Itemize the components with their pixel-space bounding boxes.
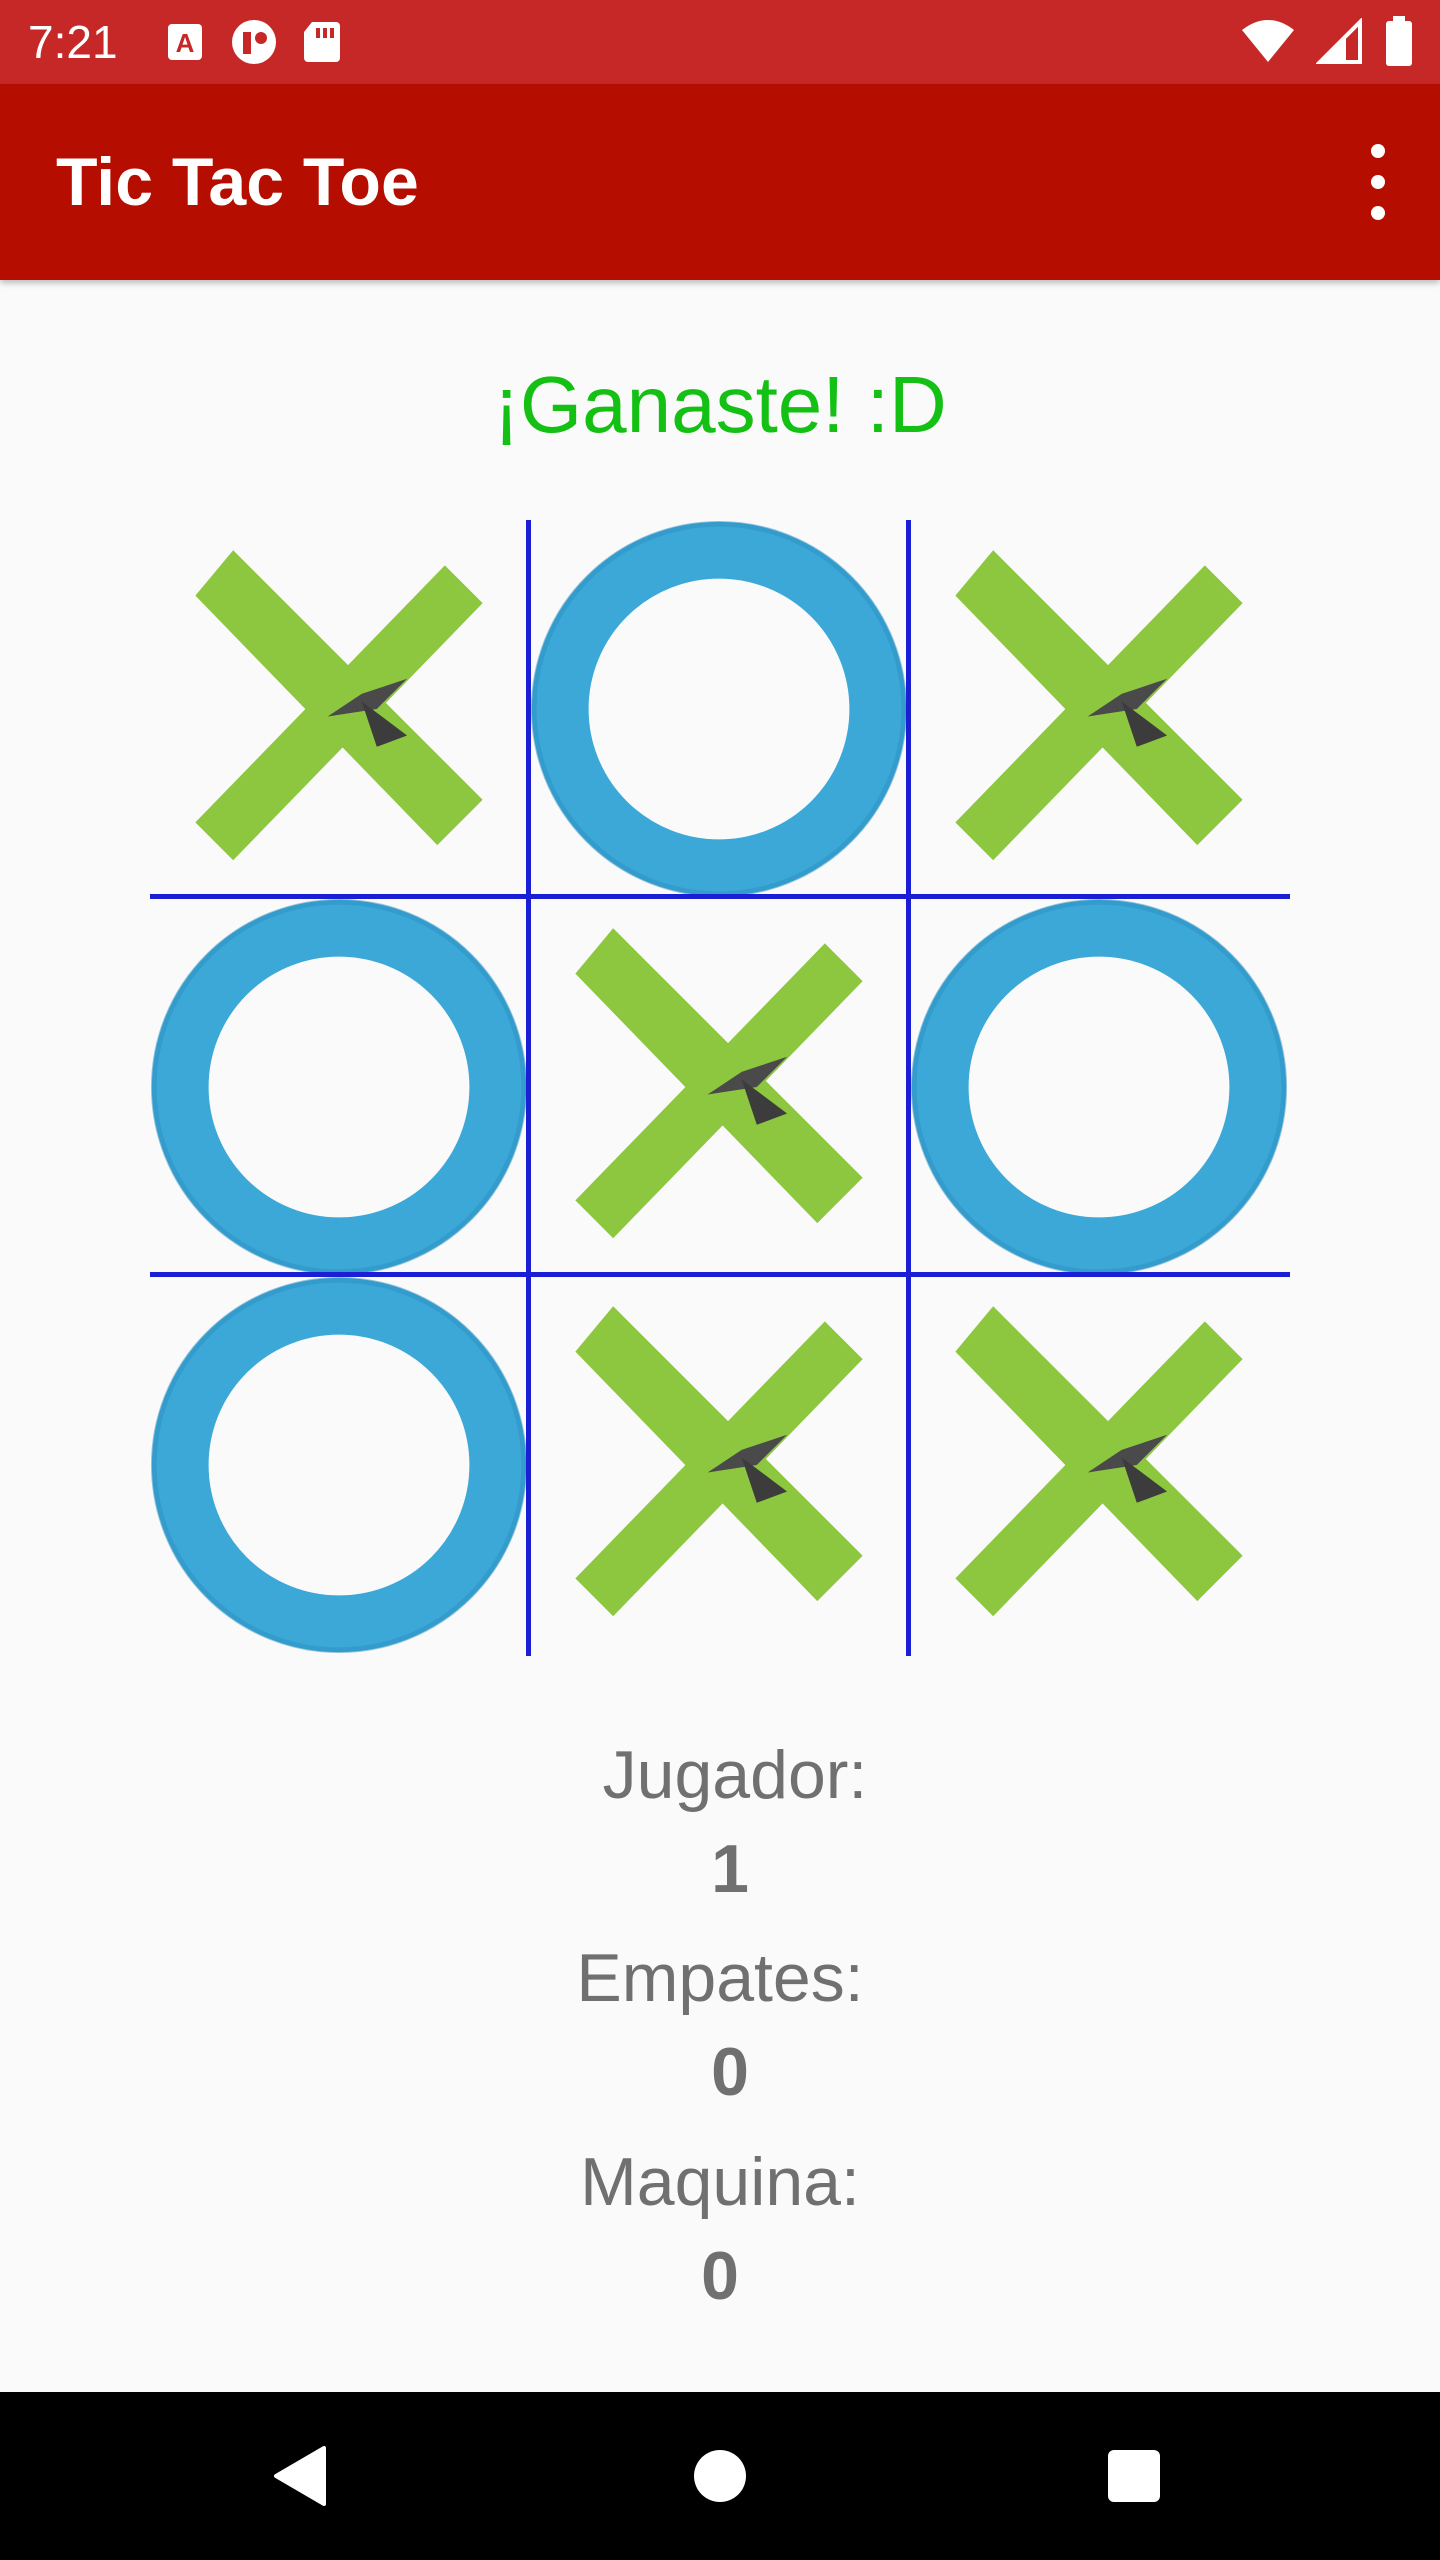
recents-square-icon[interactable] <box>1034 2392 1234 2560</box>
home-circle-icon[interactable] <box>620 2392 820 2560</box>
back-triangle-icon[interactable] <box>200 2392 400 2560</box>
board-cell-r3c1[interactable] <box>150 1276 528 1654</box>
score-machine-value: 0 <box>701 2238 739 2314</box>
grid-line-horizontal-2 <box>150 1272 1290 1277</box>
x-mark-icon <box>910 1276 1288 1654</box>
board-cell-r1c1[interactable] <box>150 520 528 898</box>
o-mark-icon <box>910 898 1288 1276</box>
x-mark-icon <box>910 520 1288 898</box>
board-cell-r1c3[interactable] <box>910 520 1288 898</box>
game-result-message: ¡Ganaste! :D <box>493 360 947 449</box>
nav-bar <box>0 2392 1440 2560</box>
score-machine: Maquina: 0 <box>0 2142 1440 2316</box>
app-bar: Tic Tac Toe <box>0 84 1440 280</box>
score-player-label: Jugador: <box>602 1737 868 1813</box>
sd-card-icon <box>302 18 342 71</box>
score-ties-label: Empates: <box>576 1940 864 2016</box>
more-vert-icon[interactable] <box>1356 144 1400 220</box>
score-ties-value: 0 <box>711 2034 749 2110</box>
svg-text:A: A <box>176 28 195 58</box>
board-cell-r2c1[interactable] <box>150 898 528 1276</box>
battery-icon <box>1384 16 1414 73</box>
grid-line-vertical-1 <box>526 520 531 1656</box>
board-cell-r3c2[interactable] <box>530 1276 908 1654</box>
score-player: Jugador: 1 <box>0 1735 1440 1909</box>
grid-line-horizontal-1 <box>150 894 1290 899</box>
score-ties: Empates: 0 <box>0 1938 1440 2112</box>
status-right-icons <box>1240 16 1414 73</box>
wifi-icon <box>1240 18 1296 71</box>
game-board <box>150 520 1290 1656</box>
score-player-value: 1 <box>711 1831 749 1907</box>
o-mark-icon <box>150 898 528 1276</box>
status-bar: 7:21 A <box>0 0 1440 84</box>
board-cell-r3c3[interactable] <box>910 1276 1288 1654</box>
cast-icon <box>230 18 278 71</box>
grid-line-vertical-2 <box>906 520 911 1656</box>
text-a-icon: A <box>166 18 206 71</box>
board-cell-r1c2[interactable] <box>530 520 908 898</box>
signal-icon <box>1315 17 1364 71</box>
o-mark-icon <box>150 1276 528 1654</box>
x-mark-icon <box>150 520 528 898</box>
x-mark-icon <box>530 898 908 1276</box>
app-title: Tic Tac Toe <box>56 144 419 220</box>
score-machine-label: Maquina: <box>580 2144 860 2220</box>
x-mark-icon <box>530 1276 908 1654</box>
board-cell-r2c3[interactable] <box>910 898 1288 1276</box>
status-time: 7:21 <box>28 16 118 68</box>
board-cell-r2c2[interactable] <box>530 898 908 1276</box>
status-left-icons: A <box>166 18 342 71</box>
o-mark-icon <box>530 520 908 898</box>
